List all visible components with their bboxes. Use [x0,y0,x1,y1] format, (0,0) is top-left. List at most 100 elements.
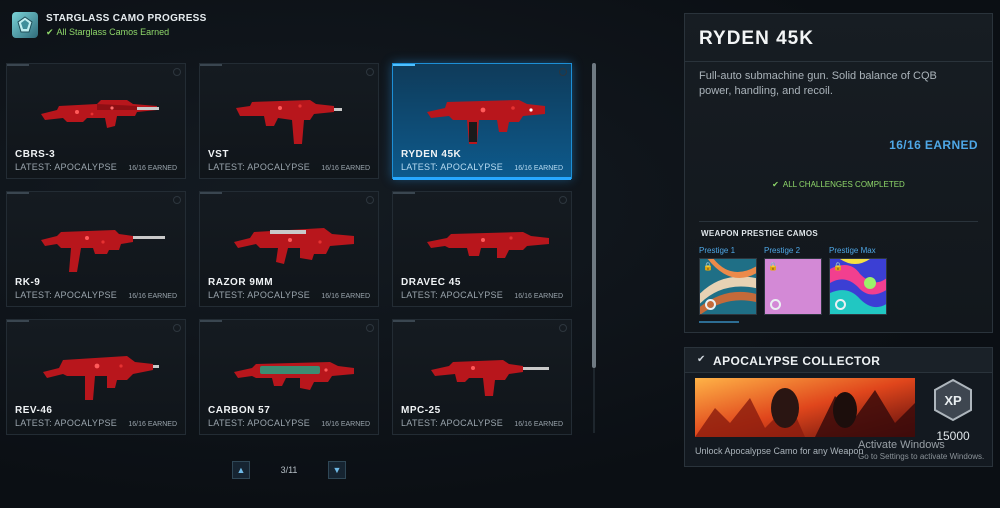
lock-icon: 🔒 [768,262,778,271]
prestige-camo-label: Prestige 1 [699,246,736,255]
card-badge-icon [366,324,374,332]
prestige-camo-label: Prestige Max [829,246,876,255]
weapon-card-vst[interactable]: VST LATEST: APOCALYPSE 16/16 EARNED [199,63,379,179]
weapon-name: RK-9 [15,277,41,288]
weapon-latest-camo: LATEST: APOCALYPSE [401,162,504,172]
weapon-card-rk-9[interactable]: RK-9 LATEST: APOCALYPSE 16/16 EARNED [6,191,186,307]
collector-header: ✔ APOCALYPSE COLLECTOR [685,348,992,373]
detail-weapon-description: Full-auto submachine gun. Solid balance … [699,70,937,97]
weapon-name: CBRS-3 [15,149,56,160]
weapon-name: DRAVEC 45 [401,277,461,288]
card-accent [393,192,415,194]
weapon-earned-count: 16/16 EARNED [321,165,370,172]
chevron-down-icon: ▼ [332,465,342,475]
weapon-image-vst [236,100,342,144]
weapon-latest-camo: LATEST: APOCALYPSE [15,418,118,428]
weapon-image-razor-9mm [234,228,354,264]
weapon-name: REV-46 [15,405,53,416]
card-badge-icon [173,196,181,204]
prestige-ring-icon [770,299,781,310]
xp-badge-text: XP [944,393,962,408]
weapon-latest-camo: LATEST: APOCALYPSE [401,290,504,300]
collector-artwork [695,378,915,437]
page-up-button[interactable]: ▲ [232,461,250,479]
starglass-camo-icon [12,12,38,38]
prestige-ring-icon [705,299,716,310]
card-badge-icon [366,196,374,204]
prestige-camos-title: WEAPON PRESTIGE CAMOS [701,229,818,238]
weapon-name: RYDEN 45K [401,149,462,160]
camo-progress-status-text: All Starglass Camos Earned [56,26,170,37]
weapon-latest-camo: LATEST: APOCALYPSE [15,290,118,300]
card-accent [200,192,222,194]
weapon-latest-camo: LATEST: APOCALYPSE [208,418,311,428]
weapon-image-rk-9 [41,230,165,272]
camo-progress-status: ✔ All Starglass Camos Earned [46,27,207,38]
weapon-earned-count: 16/16 EARNED [128,293,177,300]
page-indicator: 3/11 [280,465,298,475]
page-down-button[interactable]: ▼ [328,461,346,479]
watermark-subtitle: Go to Settings to activate Windows. [858,452,985,461]
weapon-image-ryden-45k [427,100,545,144]
camo-progress-header: STARGLASS CAMO PROGRESS ✔ All Starglass C… [12,12,207,38]
weapon-card-carbon-57[interactable]: CARBON 57 LATEST: APOCALYPSE 16/16 EARNE… [199,319,379,435]
weapon-earned-count: 16/16 EARNED [128,165,177,172]
card-accent [7,64,29,66]
weapon-image-carbon-57 [234,362,354,390]
grid-scrollbar-thumb[interactable] [592,63,596,368]
card-accent [393,320,415,322]
check-icon: ✔ [772,180,779,189]
prestige-camo-swatch: 🔒 [764,258,822,315]
weapon-name: MPC-25 [401,405,441,416]
prestige-camo-1[interactable]: Prestige 1 🔒 [699,246,759,315]
lock-icon: 🔒 [703,262,713,271]
weapon-name: RAZOR 9MM [208,277,274,288]
weapon-image-mpc-25 [431,360,549,396]
weapon-card-rev-46[interactable]: REV-46 LATEST: APOCALYPSE 16/16 EARNED [6,319,186,435]
xp-badge-icon: XP [934,378,972,422]
windows-activation-watermark: Activate Windows Go to Settings to activ… [858,439,984,461]
weapon-image-dravec-45 [427,232,549,258]
card-accent [200,320,222,322]
prestige-camo-swatch: 🔒 [699,258,757,315]
divider [699,221,978,222]
card-badge-icon [173,324,181,332]
prestige-camo-2[interactable]: Prestige 2 🔒 [764,246,824,315]
weapon-earned-count: 16/16 EARNED [514,165,563,172]
weapon-latest-camo: LATEST: APOCALYPSE [208,290,311,300]
weapon-latest-camo: LATEST: APOCALYPSE [15,162,118,172]
prestige-ring-icon [835,299,846,310]
divider [685,61,992,62]
weapon-card-ryden-45k[interactable]: RYDEN 45K LATEST: APOCALYPSE 16/16 EARNE… [392,63,572,180]
weapon-card-mpc-25[interactable]: MPC-25 LATEST: APOCALYPSE 16/16 EARNED [392,319,572,435]
card-accent [7,192,29,194]
weapon-card-razor-9mm[interactable]: RAZOR 9MM LATEST: APOCALYPSE 16/16 EARNE… [199,191,379,307]
weapon-card-dravec-45[interactable]: DRAVEC 45 LATEST: APOCALYPSE 16/16 EARNE… [392,191,572,307]
weapon-latest-camo: LATEST: APOCALYPSE [401,418,504,428]
card-badge-icon [559,68,567,76]
weapon-card-cbrs-3[interactable]: CBRS-3 LATEST: APOCALYPSE 16/16 EARNED [6,63,186,179]
weapon-earned-count: 16/16 EARNED [321,421,370,428]
card-badge-icon [366,68,374,76]
weapon-latest-camo: LATEST: APOCALYPSE [208,162,311,172]
card-accent [200,64,222,66]
prestige-camo-max[interactable]: Prestige Max 🔒 [829,246,889,315]
check-icon: ✔ [697,354,706,365]
card-accent [393,64,415,66]
prestige-progress-bar [699,321,739,323]
weapon-earned-count: 16/16 EARNED [514,421,563,428]
chevron-up-icon: ▲ [236,465,246,475]
check-icon: ✔ [46,26,54,37]
page-navigator: ▲ 3/11 ▼ [232,461,346,479]
card-accent [7,320,29,322]
detail-earned-count: 16/16 EARNED [889,138,978,152]
lock-icon: 🔒 [833,262,843,271]
weapon-earned-count: 16/16 EARNED [321,293,370,300]
collector-description: Unlock Apocalypse Camo for any Weapon [695,446,864,456]
weapon-image-cbrs-3 [41,100,159,128]
prestige-camo-label: Prestige 2 [764,246,801,255]
card-badge-icon [559,324,567,332]
challenges-status: ✔ ALL CHALLENGES COMPLETED [685,180,992,189]
camo-progress-title: STARGLASS CAMO PROGRESS [46,12,207,24]
weapon-earned-count: 16/16 EARNED [514,293,563,300]
